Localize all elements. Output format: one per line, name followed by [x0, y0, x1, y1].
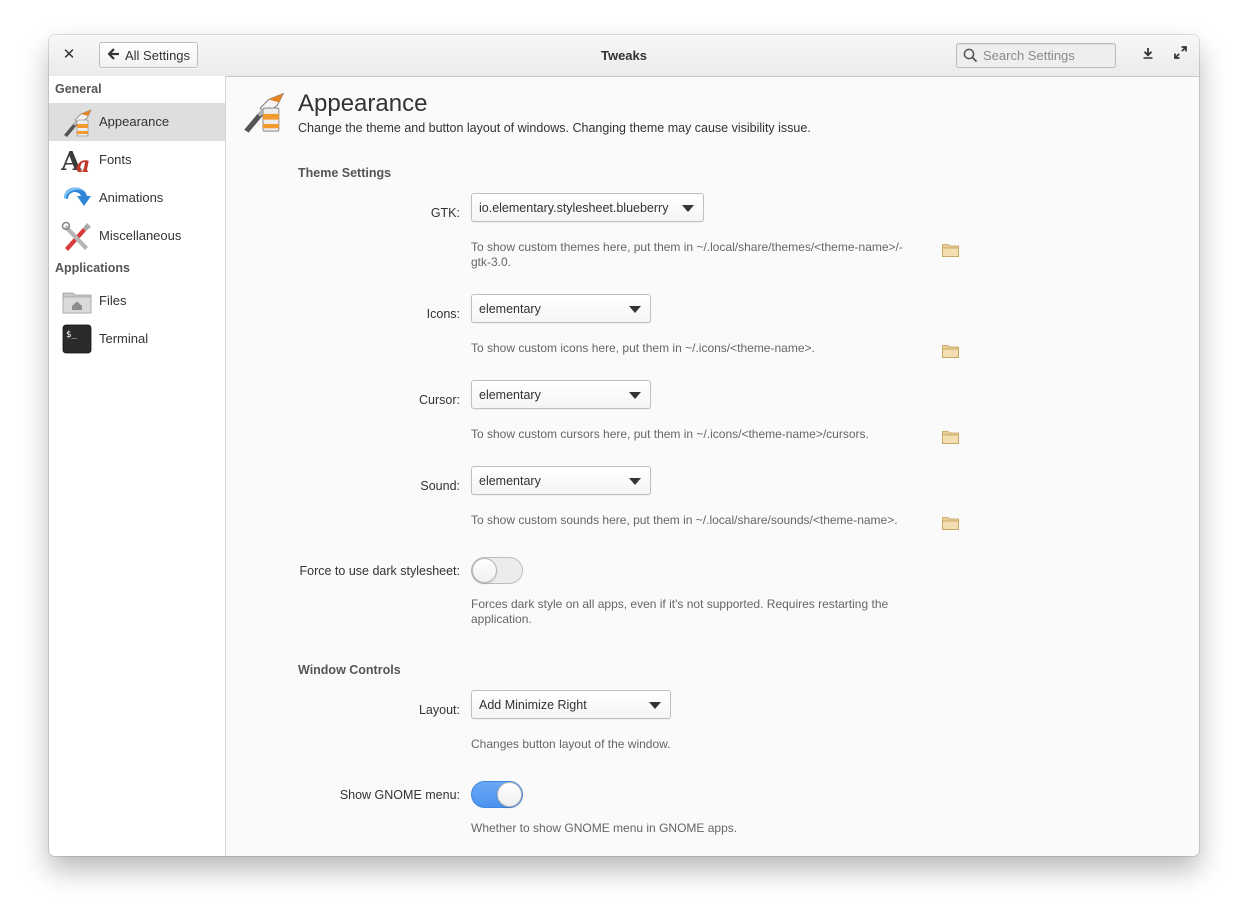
paint-brush-icon: [61, 106, 93, 138]
gtk-theme-value: io.elementary.stylesheet.blueberry: [479, 201, 669, 215]
gnome-menu-label: Show GNOME menu:: [339, 788, 460, 802]
animation-arrow-icon: [61, 182, 93, 214]
search-input[interactable]: [983, 44, 1111, 67]
dark-stylesheet-switch[interactable]: [471, 557, 523, 584]
svg-text:$_: $_: [66, 330, 77, 340]
sidebar-item-miscellaneous[interactable]: Miscellaneous: [49, 217, 225, 255]
gtk-hint: To show custom themes here, put them in …: [471, 240, 931, 270]
home-folder-icon: [61, 285, 93, 317]
section-title-window-controls: Window Controls: [298, 663, 401, 677]
maximize-button[interactable]: [1171, 46, 1189, 64]
sidebar-item-label: Fonts: [99, 152, 132, 167]
gtk-theme-dropdown[interactable]: io.elementary.stylesheet.blueberry: [471, 193, 704, 222]
gnome-menu-hint: Whether to show GNOME menu in GNOME apps…: [471, 821, 738, 835]
layout-label: Layout:: [418, 703, 460, 717]
sidebar-item-label: Terminal: [99, 331, 149, 346]
sidebar-header-applications: Applications: [55, 261, 131, 275]
terminal-icon: $_: [61, 323, 93, 355]
folder-icon: [942, 345, 959, 358]
chevron-down-icon: [682, 205, 694, 212]
fonts-icon: A a: [60, 144, 93, 178]
cursor-theme-value: elementary: [479, 388, 541, 402]
chevron-down-icon: [629, 306, 641, 313]
all-settings-label: All Settings: [125, 47, 191, 63]
gnome-menu-switch[interactable]: [471, 781, 523, 808]
dark-hint-line2: application.: [471, 612, 532, 626]
search-icon: [963, 48, 978, 68]
gtk-hint-line1: To show custom themes here, put them in …: [471, 240, 903, 254]
sidebar-item-label: Animations: [99, 190, 164, 205]
sound-hint: To show custom sounds here, put them in …: [471, 513, 898, 527]
layout-hint: Changes button layout of the window.: [471, 737, 671, 751]
sidebar-item-terminal[interactable]: $_ Terminal: [49, 320, 225, 358]
layout-value: Add Minimize Right: [479, 698, 587, 712]
cursor-folder-button[interactable]: [942, 430, 959, 449]
cursor-hint: To show custom cursors here, put them in…: [471, 427, 869, 441]
dark-stylesheet-label: Force to use dark stylesheet:: [299, 564, 461, 578]
icons-theme-dropdown[interactable]: elementary: [471, 294, 651, 323]
back-arrow-icon: [107, 48, 120, 62]
icons-label: Icons:: [426, 307, 460, 321]
sidebar-item-label: Miscellaneous: [99, 228, 182, 243]
search-field[interactable]: [956, 43, 1116, 68]
dark-stylesheet-hint: Forces dark style on all apps, even if i…: [471, 597, 931, 627]
folder-icon: [942, 431, 959, 444]
sidebar-item-fonts[interactable]: A a Fonts: [49, 141, 225, 179]
chevron-down-icon: [629, 478, 641, 485]
chevron-down-icon: [649, 702, 661, 709]
sound-folder-button[interactable]: [942, 516, 959, 535]
tools-icon: [61, 220, 93, 252]
sidebar-header-general: General: [55, 82, 102, 96]
icons-folder-button[interactable]: [942, 344, 959, 363]
sidebar-item-animations[interactable]: Animations: [49, 179, 225, 217]
sound-label: Sound:: [420, 479, 460, 493]
page-title: Appearance: [298, 90, 428, 117]
sidebar-item-appearance[interactable]: Appearance: [49, 103, 225, 141]
download-button[interactable]: [1139, 46, 1157, 64]
sidebar-item-files[interactable]: Files: [49, 282, 225, 320]
switch-knob: [497, 782, 522, 807]
switch-knob: [472, 558, 497, 583]
gtk-folder-button[interactable]: [942, 243, 959, 262]
cursor-label: Cursor:: [419, 393, 460, 407]
sidebar: General Appearance A a Fonts Animations …: [49, 76, 226, 856]
cursor-theme-dropdown[interactable]: elementary: [471, 380, 651, 409]
dark-hint-line1: Forces dark style on all apps, even if i…: [471, 597, 889, 611]
folder-icon: [942, 517, 959, 530]
svg-text:a: a: [76, 152, 90, 176]
sound-theme-value: elementary: [479, 474, 541, 488]
chevron-down-icon: [629, 392, 641, 399]
sidebar-item-label: Appearance: [99, 114, 170, 129]
tweaks-window: ✕ All Settings Tweaks General: [49, 35, 1199, 856]
icons-hint: To show custom icons here, put them in ~…: [471, 341, 815, 355]
header-bar: ✕ All Settings Tweaks: [49, 35, 1199, 77]
layout-dropdown[interactable]: Add Minimize Right: [471, 690, 671, 719]
icons-theme-value: elementary: [479, 302, 541, 316]
folder-icon: [942, 244, 959, 257]
maximize-icon: [1173, 46, 1187, 64]
close-button[interactable]: ✕: [57, 43, 81, 67]
appearance-panel: Appearance Change the theme and button l…: [226, 76, 1199, 856]
gtk-label: GTK:: [430, 206, 460, 220]
sound-theme-dropdown[interactable]: elementary: [471, 466, 651, 495]
appearance-page-icon: [240, 88, 286, 139]
download-icon: [1142, 46, 1154, 64]
gtk-hint-line2: gtk-3.0.: [471, 255, 512, 269]
sidebar-item-label: Files: [99, 293, 127, 308]
close-icon: ✕: [62, 46, 76, 63]
all-settings-button[interactable]: All Settings: [99, 42, 199, 68]
section-title-theme-settings: Theme Settings: [298, 166, 392, 180]
page-description: Change the theme and button layout of wi…: [298, 121, 811, 135]
